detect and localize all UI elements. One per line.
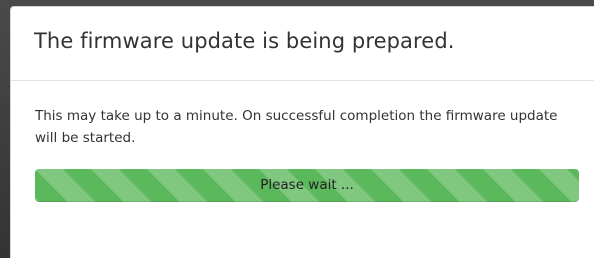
dialog-header: The firmware update is being prepared. <box>11 7 594 81</box>
progress-label: Please wait ... <box>260 177 354 193</box>
dialog-title: The firmware update is being prepared. <box>34 29 455 53</box>
dialog-message: This may take up to a minute. On success… <box>35 108 558 146</box>
dialog-body: This may take up to a minute. On success… <box>11 81 594 202</box>
firmware-update-dialog: The firmware update is being prepared. T… <box>10 6 594 258</box>
progress-bar: Please wait ... <box>35 169 579 202</box>
